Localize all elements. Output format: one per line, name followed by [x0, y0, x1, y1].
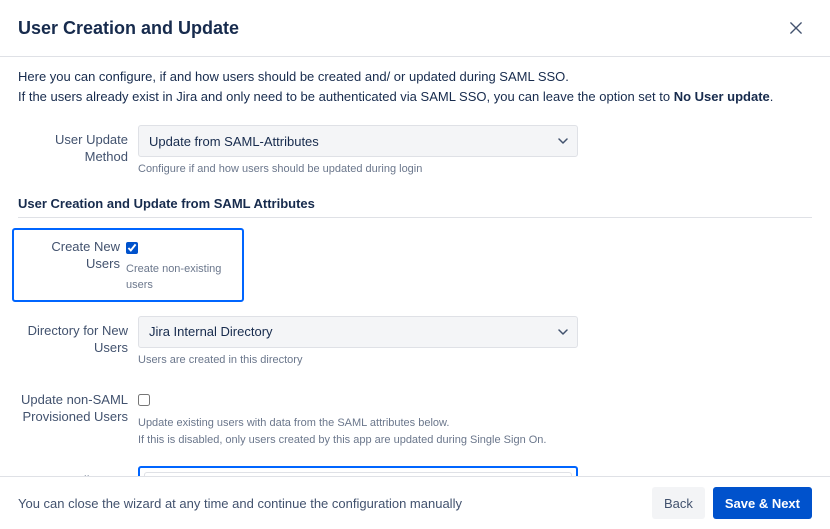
intro-text: Here you can configure, if and how users…	[18, 67, 812, 107]
help-update-nonsaml-1: Update existing users with data from the…	[138, 415, 578, 432]
modal-title: User Creation and Update	[18, 18, 239, 39]
select-update-method[interactable]: Update from SAML-Attributes	[138, 125, 578, 157]
footer-buttons: Back Save & Next	[652, 487, 812, 519]
back-button[interactable]: Back	[652, 487, 705, 519]
row-fullname: Full Name Attribute SAML response attrib…	[18, 466, 812, 476]
help-directory: Users are created in this directory	[138, 352, 578, 369]
modal: User Creation and Update Here you can co…	[0, 0, 830, 529]
row-update-nonsaml: Update non-SAML Provisioned Users Update…	[18, 386, 812, 448]
footer-text: You can close the wizard at any time and…	[18, 496, 462, 511]
intro-line-1: Here you can configure, if and how users…	[18, 67, 812, 87]
modal-header: User Creation and Update	[0, 0, 830, 56]
select-directory-value: Jira Internal Directory	[149, 324, 273, 339]
row-directory: Directory for New Users Jira Internal Di…	[18, 316, 812, 369]
label-update-method: User Update Method	[18, 125, 138, 166]
section-divider	[18, 217, 812, 218]
select-update-method-value: Update from SAML-Attributes	[149, 134, 319, 149]
modal-body[interactable]: Here you can configure, if and how users…	[0, 57, 830, 476]
intro-line-2: If the users already exist in Jira and o…	[18, 87, 812, 107]
help-update-method: Configure if and how users should be upd…	[138, 161, 578, 178]
checkbox-create-new-users[interactable]	[126, 242, 138, 254]
label-fullname: Full Name Attribute	[18, 466, 138, 476]
checkbox-update-nonsaml[interactable]	[138, 394, 150, 406]
highlight-create-new-users: Create New Users Create non-existing use…	[12, 228, 244, 302]
help-update-nonsaml-2: If this is disabled, only users created …	[138, 432, 578, 449]
label-directory: Directory for New Users	[18, 316, 138, 357]
section-title: User Creation and Update from SAML Attri…	[18, 196, 812, 211]
label-update-nonsaml: Update non-SAML Provisioned Users	[18, 386, 138, 426]
row-update-method: User Update Method Update from SAML-Attr…	[18, 125, 812, 178]
help-create-new-users: Create non-existing users	[126, 261, 236, 294]
select-directory[interactable]: Jira Internal Directory	[138, 316, 578, 348]
save-next-button[interactable]: Save & Next	[713, 487, 812, 519]
modal-footer: You can close the wizard at any time and…	[0, 476, 830, 529]
label-create-new-users: Create New Users	[20, 234, 126, 273]
close-icon	[790, 21, 802, 38]
highlight-fullname-input	[138, 466, 578, 476]
close-button[interactable]	[784, 18, 808, 42]
